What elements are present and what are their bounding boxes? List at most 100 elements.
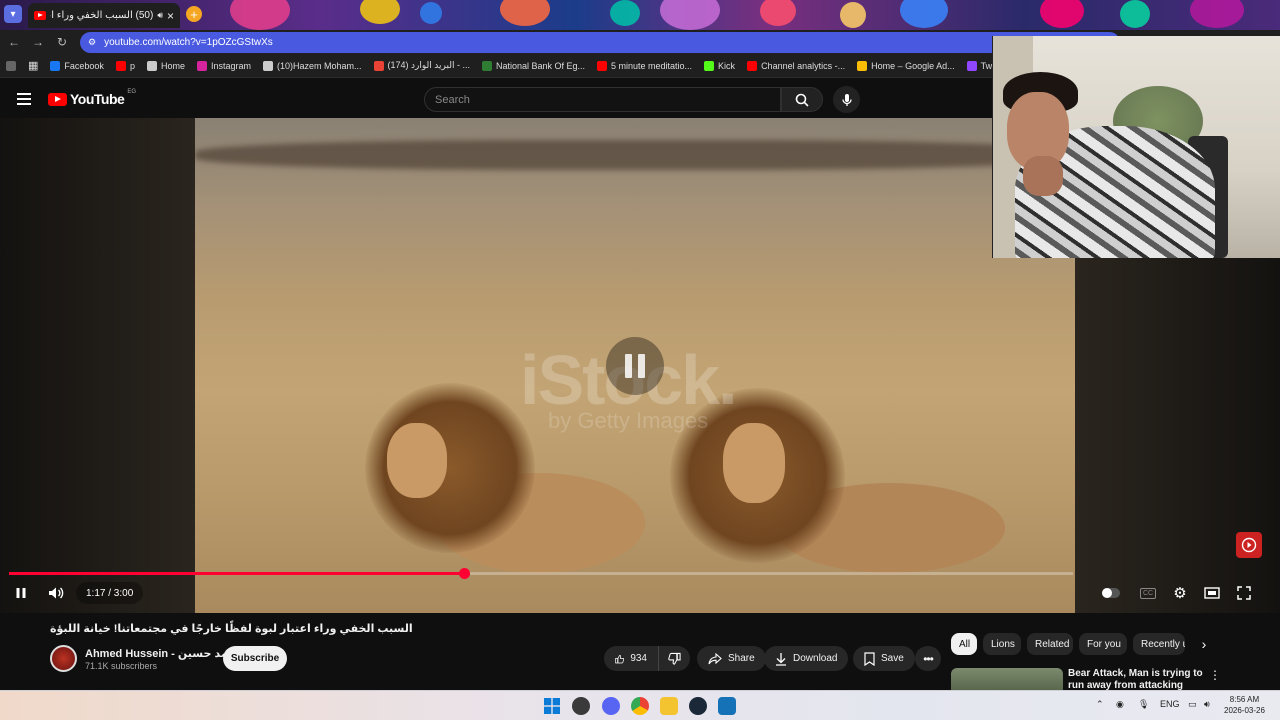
windows-start-icon[interactable] [543,697,561,715]
bookmark-label: Kick [718,60,736,71]
site-info-icon[interactable]: ⚙︎ [88,37,96,48]
menu-icon[interactable] [17,93,31,105]
youtube-favicon-icon [34,11,46,20]
bookmark-item[interactable]: 5 minute meditatio... [591,54,698,77]
bookmark-item[interactable]: National Bank Of Eg... [476,54,591,77]
windows-taskbar: ⌃ ◉ 🎙︎ ENG ▭ 🔊︎ 8:56 AM 2026-03-26 [0,690,1280,720]
channel-name[interactable]: Ahmed Hussein - احمد حسين [85,647,240,660]
recommendation-title[interactable]: Bear Attack, Man is trying to run away f… [1068,668,1208,690]
voice-search-button[interactable] [833,86,860,113]
app-icon-2[interactable] [718,697,736,715]
address-bar[interactable]: ⚙︎ youtube.com/watch?v=1pOZcGStwXs [80,32,1120,53]
settings-button[interactable]: ⚙︎ [1170,584,1190,602]
bookmark-label: National Bank Of Eg... [495,60,585,71]
volume-icon [49,587,64,599]
like-count: 934 [630,653,647,664]
bookmark-list: Facebook p Home Instagram (10)Hazem Moham...… [44,54,1057,77]
discord-icon[interactable] [602,697,620,715]
theater-button[interactable] [1202,584,1222,602]
thumbs-down-icon [668,652,681,665]
subscribe-button[interactable]: Subscribe [223,646,287,671]
pause-icon [16,588,26,598]
tray-mic-icon[interactable]: 🎙︎ [1138,699,1149,710]
x-icon [146,60,157,71]
more-horizontal-icon: ••• [923,651,934,666]
back-icon[interactable]: ← [6,34,22,50]
captions-button[interactable]: CC [1138,584,1158,602]
bookmark-label: (174) البريد الوارد - ... [387,60,470,70]
lion-right-face [723,423,785,503]
chip-for-you[interactable]: For you [1079,633,1127,655]
dislike-button[interactable] [658,646,690,671]
youtube-icon [747,60,758,71]
network-icon[interactable]: ▭ [1188,699,1197,710]
chip-related[interactable]: Related [1027,633,1073,655]
thumbs-up-icon [615,654,625,663]
sidebar-icon [6,60,16,71]
system-clock[interactable]: 8:56 AM 2026-03-26 [1224,694,1265,716]
progress-played [9,572,465,575]
clock-time: 8:56 AM [1229,695,1260,704]
tray-app-icon[interactable]: ◉ [1116,699,1124,710]
tab-search-icon[interactable]: ▾ [4,5,22,23]
save-button[interactable]: Save [853,646,915,671]
download-label: Download [793,653,838,664]
file-explorer-icon[interactable] [660,697,678,715]
chevron-right-icon[interactable]: › [1196,636,1212,652]
reload-icon[interactable]: ↻ [54,34,70,50]
share-icon [708,652,722,664]
autoplay-toggle[interactable] [1100,584,1122,602]
more-vertical-icon[interactable]: ⋮ [1209,668,1221,684]
chrome-icon[interactable] [631,697,649,715]
bookmark-item[interactable]: Home [141,54,191,77]
tray-overflow-icon[interactable]: ⌃ [1096,699,1104,710]
bookmark-item[interactable]: Channel analytics -... [741,54,851,77]
url-text: youtube.com/watch?v=1pOZcGStwXs [104,37,273,48]
bookmark-item[interactable]: (10)Hazem Moham... [257,54,368,77]
language-indicator[interactable]: ENG [1160,699,1180,709]
bookmark-item[interactable]: Facebook [44,54,110,77]
bookmarks-toggle[interactable] [0,54,22,77]
lion-left-face [387,423,447,498]
fullscreen-button[interactable] [1234,584,1254,602]
bookmark-item[interactable]: Kick [698,54,741,77]
bookmark-item[interactable]: (174) البريد الوارد - ... [368,54,476,77]
speaker-icon[interactable]: 🔊︎ [157,10,163,21]
more-actions-button[interactable]: ••• [915,646,941,671]
search-input[interactable]: Search [424,87,781,112]
steam-icon[interactable] [689,697,707,715]
center-pause-icon[interactable] [606,337,664,395]
volume-tray-icon[interactable]: 🔊︎ [1204,699,1210,710]
progress-bar[interactable] [9,568,1073,579]
like-button[interactable]: 934 [604,646,658,671]
bookmark-label: (10)Hazem Moham... [277,60,362,71]
youtube-logo[interactable]: YouTube EG [48,89,136,107]
channel-avatar[interactable] [50,645,77,672]
share-button[interactable]: Share [697,646,766,671]
bookmark-label: Channel analytics -... [761,60,846,71]
app-icon-1[interactable] [572,697,590,715]
bookmark-item[interactable]: p [110,54,141,77]
google-ads-icon [857,60,868,71]
apps-button[interactable]: ▦ [22,54,44,77]
pause-button[interactable] [12,584,30,602]
bookmark-item[interactable]: Instagram [191,54,257,77]
chip-lions[interactable]: Lions [983,633,1021,655]
chip-all[interactable]: All [951,633,977,655]
bookmark-item[interactable]: Home – Google Ad... [851,54,961,77]
download-button[interactable]: Download [764,646,849,671]
new-tab-button[interactable]: + [186,6,202,22]
gear-icon: ⚙︎ [1173,585,1187,602]
autoplay-pause-icon [1102,588,1120,598]
youtube-icon [115,60,126,71]
player-ambient-left [0,118,195,613]
browser-tab-active[interactable]: (50) السبب الخفي وراء اعتبار 🔊︎ × [28,3,180,28]
forward-icon[interactable]: → [30,34,46,50]
twitch-icon [966,60,977,71]
tab-close-icon[interactable]: × [167,9,174,23]
chip-recently-u[interactable]: Recently u [1133,633,1185,655]
search-button[interactable] [781,87,823,112]
recommendation-thumbnail[interactable] [951,668,1063,690]
channel-watermark-icon[interactable] [1236,532,1262,558]
volume-button[interactable] [46,584,66,602]
